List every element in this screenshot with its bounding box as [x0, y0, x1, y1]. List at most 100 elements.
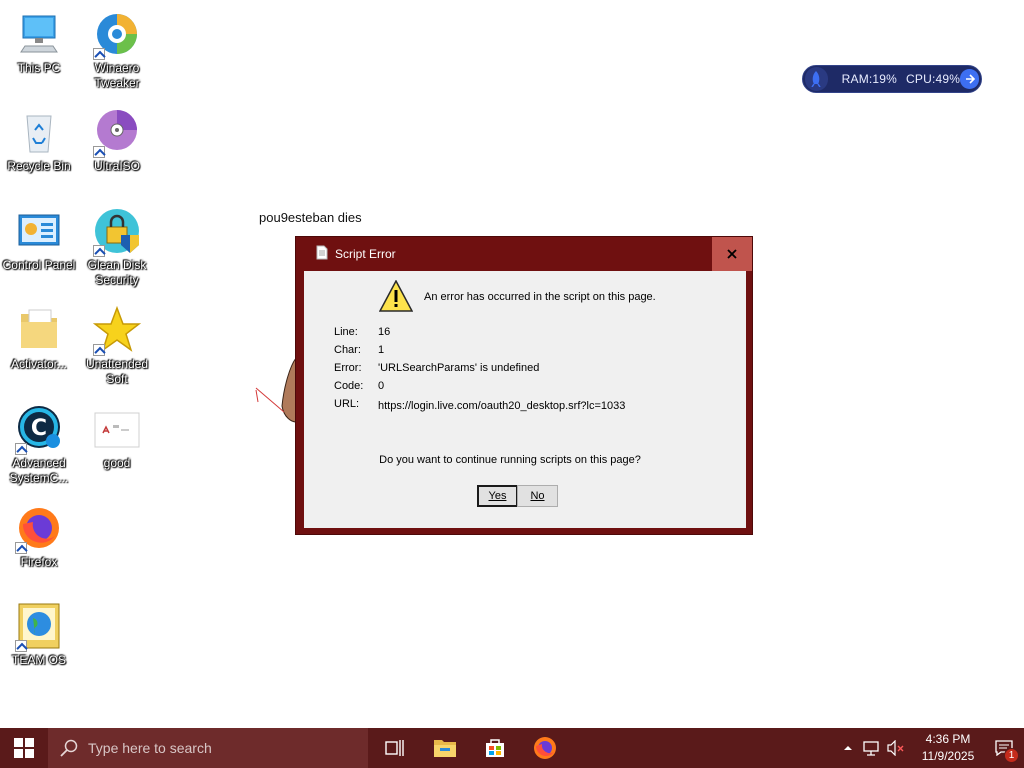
cpu-usage: CPU:49%	[906, 72, 961, 86]
shortcut-arrow-icon	[93, 245, 105, 257]
field-key: URL:	[334, 398, 360, 410]
clock-date: 11/9/2025	[921, 749, 975, 763]
desktop-icon-recycle-bin[interactable]: Recycle Bin	[0, 108, 78, 174]
desktop-icon-team-os[interactable]: TEAM OS	[0, 602, 78, 668]
search-icon	[60, 739, 78, 757]
globe-icon	[15, 602, 63, 652]
desktop-icon-label: Recycle Bin	[7, 159, 71, 173]
network-icon	[863, 741, 879, 756]
desktop-icon-good[interactable]: good	[78, 405, 156, 471]
field-value: https://login.live.com/oauth20_desktop.s…	[378, 400, 626, 412]
desktop-icon-label: Firefox	[20, 555, 58, 569]
desktop-icon-unattended-soft[interactable]: Unattended Soft	[78, 305, 156, 387]
desktop-icon-label: Control Panel	[2, 258, 76, 272]
desktop-icon-this-pc[interactable]: This PC	[0, 10, 78, 76]
desktop-icon-label: This PC	[17, 61, 61, 75]
desktop-icon-label: Advanced SystemC...	[9, 456, 69, 485]
field-value: 'URLSearchParams' is undefined	[378, 362, 540, 374]
desktop-icon-label: TEAM OS	[11, 653, 66, 667]
task-view-button[interactable]	[370, 728, 420, 768]
windows-logo-icon	[14, 738, 34, 758]
field-key: Code:	[334, 380, 364, 392]
volume-button[interactable]	[884, 740, 908, 756]
no-button[interactable]: No	[517, 485, 558, 507]
clock-time: 4:36 PM	[925, 732, 971, 746]
notification-badge: 1	[1004, 748, 1019, 763]
firefox-taskbar-button[interactable]	[520, 728, 570, 768]
yes-button-label: Yes	[488, 490, 507, 502]
desktop-icon-advanced-systemcare[interactable]: C Advanced SystemC...	[0, 405, 78, 486]
network-button[interactable]	[860, 740, 884, 756]
desktop-icon-label: Winaero Tweaker	[94, 61, 140, 90]
error-message: An error has occurred in the script on t…	[424, 291, 656, 303]
file-explorer-button[interactable]	[420, 728, 470, 768]
desktop-icon-control-panel[interactable]: Control Panel	[0, 207, 78, 273]
star-icon	[92, 305, 142, 356]
arrow-right-icon[interactable]	[960, 69, 979, 89]
taskbar: Type here to search 4:36 PM 11/9/2025 1	[0, 728, 1024, 768]
field-url: URL: https://login.live.com/oauth20_deskt…	[334, 398, 626, 412]
field-value: 16	[378, 326, 391, 338]
field-key: Error:	[334, 362, 362, 374]
shortcut-arrow-icon	[15, 542, 27, 554]
store-icon	[486, 739, 504, 757]
shortcut-arrow-icon	[15, 443, 27, 455]
firefox-icon	[15, 504, 63, 554]
rocket-icon	[805, 67, 828, 91]
desktop-icon-ultraiso[interactable]: UltraISO	[78, 108, 156, 174]
chevron-up-icon	[844, 746, 852, 750]
desktop-icon-label: Activator...	[10, 357, 68, 371]
desktop-overlay-text: pou9esteban dies	[259, 210, 362, 225]
shield-icon	[93, 207, 141, 257]
field-line: Line: 16	[334, 326, 390, 338]
disc-icon	[93, 108, 141, 158]
start-button[interactable]	[0, 728, 48, 768]
show-hidden-icons-button[interactable]	[836, 744, 860, 752]
field-value: 1	[378, 344, 385, 356]
close-button[interactable]	[712, 237, 752, 271]
desktop-icon-activator[interactable]: Activator...	[0, 306, 78, 372]
field-key: Line:	[334, 326, 358, 338]
dialog-title: Script Error	[335, 247, 396, 261]
desktop-icon-label: Glean Disk Security	[87, 258, 147, 287]
recycle-bin-icon	[15, 108, 63, 156]
resource-monitor-widget[interactable]: RAM:19% CPU:49%	[802, 65, 982, 93]
field-code: Code: 0	[334, 380, 384, 392]
background-shape	[255, 356, 297, 423]
desktop-icon-label: UltraISO	[93, 159, 140, 173]
task-view-icon	[385, 740, 404, 756]
field-char: Char: 1	[334, 344, 384, 356]
folder-icon	[15, 306, 63, 354]
shortcut-arrow-icon	[15, 640, 27, 652]
field-value: 0	[378, 380, 385, 392]
close-icon	[727, 249, 737, 259]
desktop-icon-label: good	[103, 456, 131, 470]
winaero-icon	[93, 10, 141, 60]
microsoft-store-button[interactable]	[470, 728, 520, 768]
notifications-button[interactable]: 1	[984, 728, 1024, 768]
desktop-icon-label: Unattended Soft	[85, 357, 149, 386]
desktop-icon-winaero-tweaker[interactable]: Winaero Tweaker	[78, 10, 156, 91]
ram-usage: RAM:19%	[841, 72, 898, 86]
taskbar-search-box[interactable]: Type here to search	[48, 728, 368, 768]
shortcut-arrow-icon	[93, 146, 105, 158]
continue-question: Do you want to continue running scripts …	[379, 454, 641, 466]
desktop-icon-glean-disk-security[interactable]: Glean Disk Security	[78, 207, 156, 288]
dialog-body: An error has occurred in the script on t…	[304, 271, 746, 528]
desktop-icon-firefox[interactable]: Firefox	[0, 504, 78, 570]
shortcut-arrow-icon	[93, 48, 105, 60]
script-error-dialog: Script Error An error has occurred in th…	[295, 236, 753, 535]
document-thumbnail-icon	[93, 405, 141, 453]
search-placeholder: Type here to search	[88, 740, 212, 756]
field-error: Error: 'URLSearchParams' is undefined	[334, 362, 539, 374]
advanced-systemcare-icon: C	[15, 405, 63, 455]
warning-icon	[379, 280, 413, 312]
computer-icon	[15, 10, 63, 58]
field-key: Char:	[334, 344, 361, 356]
taskbar-clock[interactable]: 4:36 PM 11/9/2025	[912, 731, 984, 765]
firefox-icon	[534, 737, 556, 759]
volume-muted-icon	[887, 740, 904, 756]
yes-button[interactable]: Yes	[477, 485, 518, 507]
dialog-titlebar[interactable]: Script Error	[296, 237, 752, 271]
system-tray: 4:36 PM 11/9/2025 1	[836, 728, 1024, 768]
